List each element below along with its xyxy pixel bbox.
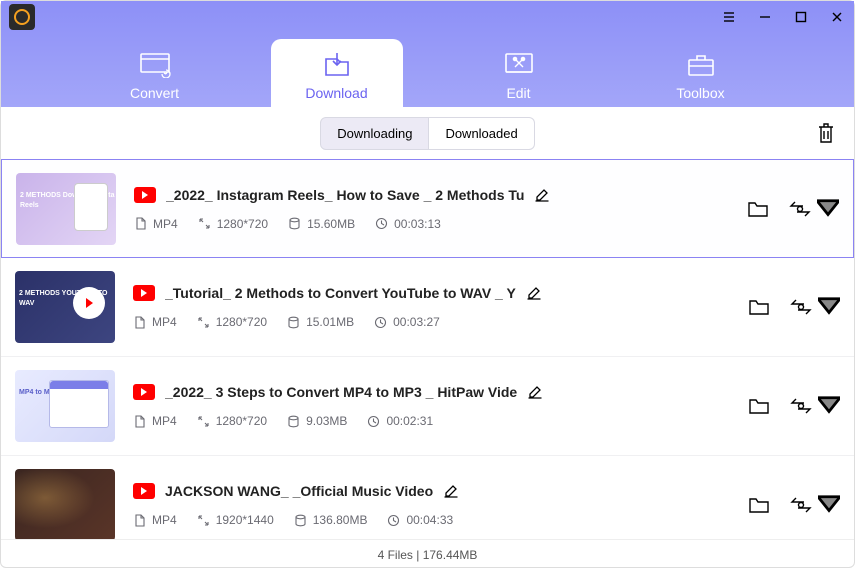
item-actions: [748, 297, 840, 317]
item-meta: MP4 1280*720 15.01MB 00:03:27: [133, 315, 728, 329]
app-logo-icon: [9, 4, 35, 30]
item-meta: MP4 1920*1440 136.80MB 00:04:33: [133, 513, 728, 527]
folder-icon[interactable]: [748, 396, 770, 416]
app-header: Convert Download Edit Toolbox: [1, 1, 854, 107]
toolbox-icon: [685, 49, 717, 81]
item-title: JACKSON WANG_ _Official Music Video: [165, 483, 433, 499]
tab-download-label: Download: [305, 85, 367, 101]
youtube-icon: [133, 384, 155, 400]
convert-action-icon[interactable]: [790, 297, 812, 317]
item-meta: MP4 1280*720 15.60MB 00:03:13: [134, 217, 727, 231]
thumbnail: 2 METHODS Download Insta Reels: [16, 173, 116, 245]
tab-edit-label: Edit: [506, 85, 530, 101]
duration-cell: 00:03:27: [374, 315, 440, 329]
subtab-downloaded[interactable]: Downloaded: [429, 117, 534, 150]
tab-convert-label: Convert: [130, 85, 179, 101]
duration-cell: 00:04:33: [387, 513, 453, 527]
item-title: _2022_ Instagram Reels_ How to Save _ 2 …: [166, 187, 524, 203]
rename-icon[interactable]: [527, 384, 543, 400]
list-item[interactable]: 2 METHODS YOUTUBE TO WAV _Tutorial_ 2 Me…: [1, 258, 854, 357]
trash-icon[interactable]: [816, 122, 836, 144]
edit-icon: [503, 49, 535, 81]
size-cell: 15.01MB: [287, 315, 354, 329]
folder-icon[interactable]: [748, 495, 770, 515]
chevron-down-icon[interactable]: [818, 396, 840, 416]
youtube-icon: [134, 187, 156, 203]
resolution-cell: 1280*720: [197, 414, 267, 428]
minimize-icon[interactable]: [758, 10, 772, 24]
size-cell: 15.60MB: [288, 217, 355, 231]
size-cell: 136.80MB: [294, 513, 368, 527]
folder-icon[interactable]: [747, 199, 769, 219]
item-content: JACKSON WANG_ _Official Music Video MP4 …: [133, 483, 728, 527]
list-item[interactable]: 2 METHODS Download Insta Reels _2022_ In…: [1, 159, 854, 258]
nav-tabs: Convert Download Edit Toolbox: [1, 29, 854, 107]
folder-icon[interactable]: [748, 297, 770, 317]
item-title: _2022_ 3 Steps to Convert MP4 to MP3 _ H…: [165, 384, 517, 400]
tab-edit[interactable]: Edit: [453, 39, 585, 107]
subbar: Downloading Downloaded: [1, 107, 854, 159]
item-content: _Tutorial_ 2 Methods to Convert YouTube …: [133, 285, 728, 329]
resolution-cell: 1280*720: [198, 217, 268, 231]
format-cell: MP4: [133, 513, 177, 527]
download-icon: [321, 49, 353, 81]
resolution-cell: 1920*1440: [197, 513, 274, 527]
list-item[interactable]: MP4 to MP3 _2022_ 3 Steps to Convert MP4…: [1, 357, 854, 456]
format-cell: MP4: [133, 414, 177, 428]
item-meta: MP4 1280*720 9.03MB 00:02:31: [133, 414, 728, 428]
thumbnail: 2 METHODS YOUTUBE TO WAV: [15, 271, 115, 343]
rename-icon[interactable]: [534, 187, 550, 203]
tab-toolbox-label: Toolbox: [676, 85, 724, 101]
footer-summary: 4 Files | 176.44MB: [1, 539, 854, 570]
title-bar: [1, 1, 854, 29]
duration-cell: 00:02:31: [367, 414, 433, 428]
convert-action-icon[interactable]: [789, 199, 811, 219]
download-list: 2 METHODS Download Insta Reels _2022_ In…: [1, 159, 854, 539]
tab-download[interactable]: Download: [271, 39, 403, 107]
convert-action-icon[interactable]: [790, 495, 812, 515]
item-actions: [747, 199, 839, 219]
item-actions: [748, 495, 840, 515]
chevron-down-icon[interactable]: [817, 199, 839, 219]
list-item[interactable]: JACKSON WANG_ _Official Music Video MP4 …: [1, 456, 854, 539]
tab-convert[interactable]: Convert: [89, 39, 221, 107]
item-actions: [748, 396, 840, 416]
resolution-cell: 1280*720: [197, 315, 267, 329]
rename-icon[interactable]: [526, 285, 542, 301]
menu-icon[interactable]: [722, 10, 736, 24]
item-title: _Tutorial_ 2 Methods to Convert YouTube …: [165, 285, 516, 301]
format-cell: MP4: [134, 217, 178, 231]
convert-action-icon[interactable]: [790, 396, 812, 416]
subtab-downloading[interactable]: Downloading: [320, 117, 429, 150]
size-cell: 9.03MB: [287, 414, 347, 428]
chevron-down-icon[interactable]: [818, 495, 840, 515]
rename-icon[interactable]: [443, 483, 459, 499]
convert-icon: [139, 49, 171, 81]
chevron-down-icon[interactable]: [818, 297, 840, 317]
format-cell: MP4: [133, 315, 177, 329]
youtube-icon: [133, 483, 155, 499]
item-content: _2022_ 3 Steps to Convert MP4 to MP3 _ H…: [133, 384, 728, 428]
duration-cell: 00:03:13: [375, 217, 441, 231]
tab-toolbox[interactable]: Toolbox: [635, 39, 767, 107]
subtab-group: Downloading Downloaded: [320, 117, 534, 150]
window-controls: [722, 10, 844, 24]
thumbnail: [15, 469, 115, 539]
item-content: _2022_ Instagram Reels_ How to Save _ 2 …: [134, 187, 727, 231]
maximize-icon[interactable]: [794, 10, 808, 24]
thumbnail: MP4 to MP3: [15, 370, 115, 442]
close-icon[interactable]: [830, 10, 844, 24]
youtube-icon: [133, 285, 155, 301]
